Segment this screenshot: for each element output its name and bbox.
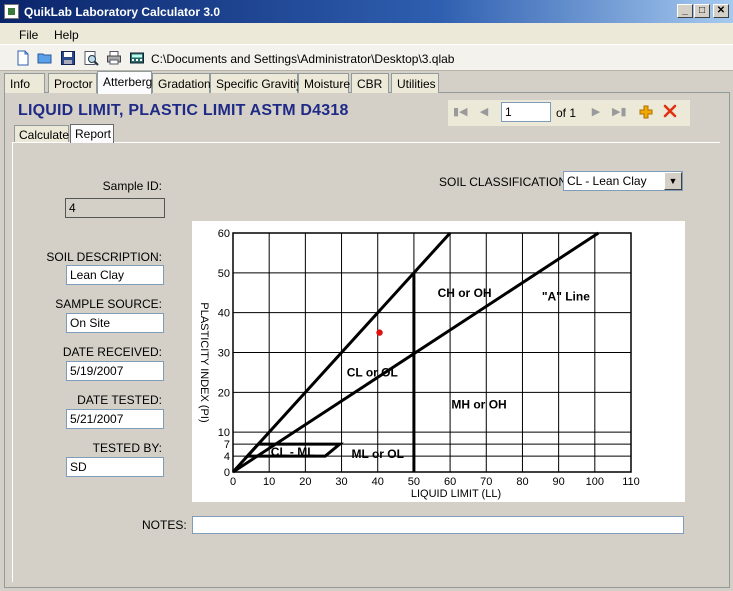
x-tick-label: 60 xyxy=(444,476,456,488)
x-axis-label: LIQUID LIMIT (LL) xyxy=(411,488,501,500)
zone-label: CL - ML xyxy=(271,445,315,459)
record-number-input[interactable]: 1 xyxy=(501,102,551,122)
menu-bar: File Help xyxy=(0,23,733,45)
tested-by-label: TESTED BY: xyxy=(92,441,162,455)
x-tick-label: 10 xyxy=(263,476,275,488)
y-tick-label: 40 xyxy=(218,308,230,320)
next-record-icon[interactable]: ▶ xyxy=(590,105,602,119)
chevron-down-icon[interactable]: ▼ xyxy=(664,172,682,190)
zone-label: CH or OH xyxy=(438,286,492,300)
maximize-button[interactable]: □ xyxy=(694,4,710,18)
tested-by-field[interactable]: SD xyxy=(66,457,164,477)
app-icon xyxy=(4,4,19,19)
zone-label: MH or OH xyxy=(451,397,506,411)
y-tick-label: 20 xyxy=(218,387,230,399)
date-tested-label: DATE TESTED: xyxy=(77,393,162,407)
record-count: of 1 xyxy=(556,106,577,120)
data-point xyxy=(376,329,383,336)
print-preview-icon[interactable] xyxy=(83,50,99,66)
notes-label: NOTES: xyxy=(142,518,187,532)
first-record-icon[interactable]: ▮◀ xyxy=(453,105,468,119)
title-bar: QuikLab Laboratory Calculator 3.0 _ □ ✕ xyxy=(0,0,733,23)
close-button[interactable]: ✕ xyxy=(713,4,729,18)
tab-utilities[interactable]: Utilities xyxy=(391,73,439,93)
minimize-button[interactable]: _ xyxy=(677,4,693,18)
soil-description-label: SOIL DESCRIPTION: xyxy=(46,250,162,264)
zone-label: "A" Line xyxy=(542,290,590,304)
y-tick-label: 10 xyxy=(218,427,230,439)
date-tested-field[interactable]: 5/21/2007 xyxy=(66,409,164,429)
y-tick-label: 60 xyxy=(218,228,230,240)
y-tick-label: 30 xyxy=(218,348,230,360)
tab-proctor[interactable]: Proctor xyxy=(48,73,97,93)
print-icon[interactable] xyxy=(106,50,122,66)
add-record-icon[interactable] xyxy=(638,104,654,120)
sample-source-label: SAMPLE SOURCE: xyxy=(55,297,162,311)
x-tick-label: 40 xyxy=(372,476,384,488)
menu-help[interactable]: Help xyxy=(54,28,79,42)
subtab-report[interactable]: Report xyxy=(70,124,114,143)
soil-description-field[interactable]: Lean Clay xyxy=(66,265,164,285)
delete-record-icon[interactable] xyxy=(662,103,678,119)
x-tick-label: 20 xyxy=(299,476,311,488)
menu-file[interactable]: File xyxy=(19,28,38,42)
x-tick-label: 30 xyxy=(335,476,347,488)
x-tick-label: 80 xyxy=(516,476,528,488)
sample-source-field[interactable]: On Site xyxy=(66,313,164,333)
tab-gradation[interactable]: Gradation xyxy=(152,73,211,93)
plasticity-chart-svg: 0 10 20 30 40 50 60 70 80 90 100 110047102030405060… xyxy=(198,228,640,500)
x-tick-label: 0 xyxy=(230,476,236,488)
y-tick-label: 50 xyxy=(218,268,230,280)
tab-specific-gravity[interactable]: Specific Gravitiy xyxy=(210,73,302,93)
y-axis-label: PLASTICITY INDEX (PI) xyxy=(198,302,210,422)
toolbar: C:\Documents and Settings\Administrator\… xyxy=(0,45,733,71)
y-tick-label: 7 xyxy=(224,439,230,451)
window-title: QuikLab Laboratory Calculator 3.0 xyxy=(24,5,221,19)
sample-id-label: Sample ID: xyxy=(102,179,162,193)
new-file-icon[interactable] xyxy=(15,50,31,66)
x-tick-label: 50 xyxy=(408,476,420,488)
previous-record-icon[interactable]: ◀ xyxy=(478,105,490,119)
calculator-icon[interactable] xyxy=(129,50,145,66)
page-title: LIQUID LIMIT, PLASTIC LIMIT ASTM D4318 xyxy=(18,102,349,119)
plasticity-chart: 0 10 20 30 40 50 60 70 80 90 100 110 0 4 7 10 20 30 40 50 60… xyxy=(192,221,685,502)
tab-cbr[interactable]: CBR xyxy=(351,73,389,93)
file-path: C:\Documents and Settings\Administrator\… xyxy=(151,52,455,66)
tab-info[interactable]: Info xyxy=(4,73,45,93)
zone-label: ML or OL xyxy=(352,447,404,461)
notes-field[interactable] xyxy=(192,516,684,534)
tab-moisture[interactable]: Moisture xyxy=(298,73,350,93)
tab-atterberg[interactable]: Atterberg xyxy=(97,71,152,94)
subtab-calculate[interactable]: Calculate xyxy=(14,125,69,142)
open-folder-icon[interactable] xyxy=(37,50,53,66)
zone-label: CL or OL xyxy=(347,365,398,379)
x-tick-label: 70 xyxy=(480,476,492,488)
soil-classification-label: SOIL CLASSIFICATION: xyxy=(439,175,571,189)
x-tick-label: 110 xyxy=(622,476,640,488)
last-record-icon[interactable]: ▶▮ xyxy=(612,105,627,119)
x-tick-label: 90 xyxy=(553,476,565,488)
y-tick-label: 4 xyxy=(224,451,230,463)
y-tick-label: 0 xyxy=(224,467,230,479)
save-icon[interactable] xyxy=(60,50,76,66)
sample-id-field: 4 xyxy=(65,198,165,218)
date-received-field[interactable]: 5/19/2007 xyxy=(66,361,164,381)
x-tick-label: 100 xyxy=(586,476,604,488)
date-received-label: DATE RECEIVED: xyxy=(62,345,162,359)
